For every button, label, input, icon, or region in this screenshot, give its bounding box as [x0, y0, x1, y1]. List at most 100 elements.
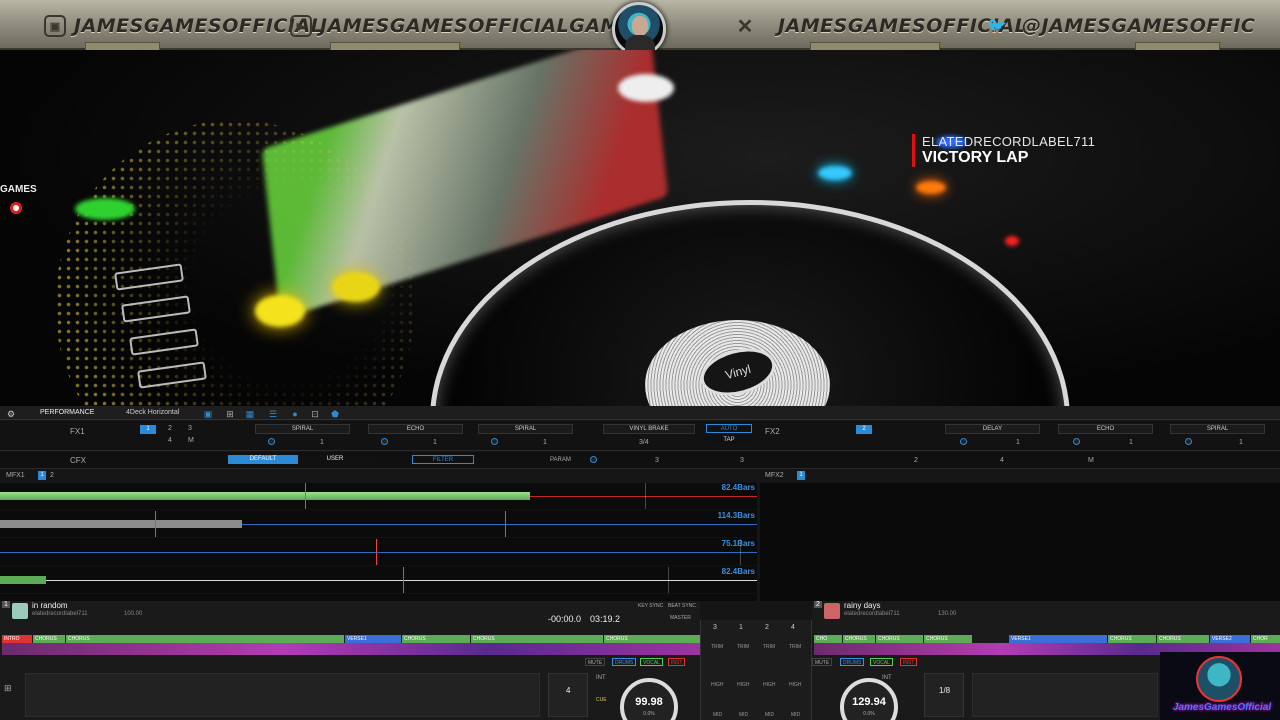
- green-led: [75, 198, 135, 220]
- high-knob[interactable]: HIGH: [789, 682, 802, 688]
- fx2-slot-1[interactable]: DELAY: [945, 424, 1040, 434]
- deck-1-artwork: [12, 603, 28, 619]
- deck-2-hotcue-panel[interactable]: [972, 673, 1158, 717]
- mid-knob[interactable]: MID: [791, 712, 800, 718]
- fx2-knob-2[interactable]: [1073, 438, 1080, 445]
- auto-button[interactable]: AUTO: [706, 424, 752, 433]
- trim-knob[interactable]: TRIM: [737, 644, 749, 650]
- high-knob[interactable]: HIGH: [737, 682, 750, 688]
- overview-lane-1[interactable]: 82.4Bars: [0, 483, 757, 510]
- cfx-default-button[interactable]: DEFAULT: [228, 455, 298, 464]
- fx1-beat-m[interactable]: M: [188, 437, 194, 444]
- x-icon: ✕: [736, 15, 754, 38]
- phrase-segment: CHORUS: [876, 635, 923, 643]
- cfx-param-knob[interactable]: [590, 456, 597, 463]
- fx2-beat-2[interactable]: 2: [856, 425, 872, 434]
- layout-selector[interactable]: 4Deck Horizontal: [126, 409, 179, 416]
- fx1-beat-1[interactable]: 1: [140, 425, 156, 434]
- fx1-slot-3[interactable]: SPIRAL: [478, 424, 573, 434]
- phrase-segment: CHORUS: [843, 635, 875, 643]
- mid-knob[interactable]: MID: [765, 712, 774, 718]
- vinyl-brake-selector[interactable]: VINYL BRAKE: [603, 424, 695, 434]
- deck-1-beat-sync[interactable]: BEAT SYNC: [668, 603, 696, 609]
- grid-icon[interactable]: ▦: [245, 409, 255, 419]
- overview-lane-4[interactable]: 82.4Bars: [0, 567, 757, 594]
- deck-1-vocal[interactable]: VOCAL: [640, 658, 663, 666]
- deck-2-inst[interactable]: INST: [900, 658, 918, 666]
- record-mode-icon[interactable]: ⬟: [330, 409, 340, 419]
- deck-2-beatjump[interactable]: 1/8: [924, 673, 964, 717]
- fx1-beat-2[interactable]: 2: [168, 425, 172, 432]
- record-icon: [10, 202, 22, 214]
- deck-1-beatjump[interactable]: 4: [548, 673, 588, 717]
- now-playing-title: VICTORY LAP: [922, 149, 1029, 166]
- fx1-beat-4[interactable]: 4: [168, 437, 172, 444]
- phrase-segment: CHORUS: [604, 635, 700, 643]
- mixer-icon[interactable]: ⊞: [225, 409, 235, 419]
- fx1-knob-1[interactable]: [268, 438, 275, 445]
- deck-1-key-sync[interactable]: KEY SYNC: [638, 603, 663, 609]
- phrase-segment: VERSE1: [345, 635, 401, 643]
- x-handle[interactable]: ✕ JAMESGAMESOFFICIAL: [734, 11, 1027, 41]
- now-playing-artist: ELATEDRECORDLABEL711: [922, 134, 1096, 149]
- youtube-handle[interactable]: ▶ JAMESGAMESOFFICIALGAME: [290, 11, 633, 41]
- tap-button[interactable]: TAP: [706, 436, 752, 445]
- mfx1-btn-1[interactable]: 1: [38, 471, 46, 480]
- fx2-value-1: 1: [1016, 439, 1020, 446]
- cfx-user-button[interactable]: USER: [300, 455, 370, 464]
- trim-knob[interactable]: TRIM: [763, 644, 775, 650]
- mfx1-btn-2[interactable]: 2: [50, 472, 54, 479]
- fx1-knob-2[interactable]: [381, 438, 388, 445]
- high-knob[interactable]: HIGH: [711, 682, 724, 688]
- deck-1-elapsed: -00:00.0: [548, 614, 582, 624]
- overview-lane-2[interactable]: 114.3Bars: [0, 511, 757, 538]
- fx2-knob-3[interactable]: [1185, 438, 1192, 445]
- deck-1-drums[interactable]: DRUMS: [612, 658, 637, 666]
- deck-2-int[interactable]: INT: [882, 675, 892, 681]
- deck-1-waveform[interactable]: [2, 643, 700, 655]
- fx1-slot-1[interactable]: SPIRAL: [255, 424, 350, 434]
- circle-icon[interactable]: ●: [290, 409, 300, 419]
- high-knob[interactable]: HIGH: [763, 682, 776, 688]
- mfx2-btn-1[interactable]: 1: [797, 471, 805, 480]
- settings-icon[interactable]: ⚙: [6, 409, 16, 419]
- cfx-filter-button[interactable]: FILTER: [412, 455, 474, 464]
- twitch-handle[interactable]: ▣ JAMESGAMESOFFICIAL: [44, 11, 323, 41]
- deck-2-mute[interactable]: MUTE: [812, 658, 833, 666]
- yellow-pad: [255, 295, 305, 327]
- cfx-label: CFX: [70, 456, 86, 465]
- deck-1-int[interactable]: INT: [596, 675, 606, 681]
- trim-knob[interactable]: TRIM: [789, 644, 801, 650]
- fx2-slot-2[interactable]: ECHO: [1058, 424, 1153, 434]
- fx1-knob-3[interactable]: [491, 438, 498, 445]
- deck-1-mute[interactable]: MUTE: [585, 658, 606, 666]
- trim-knob[interactable]: TRIM: [711, 644, 723, 650]
- sampler-icon[interactable]: ⊡: [310, 409, 320, 419]
- deck-1-grid-icon[interactable]: ⊞: [4, 683, 12, 694]
- fx2-knob-1[interactable]: [960, 438, 967, 445]
- deck-1-cue[interactable]: CUE: [596, 697, 607, 703]
- phrase-segment: CHORUS: [924, 635, 972, 643]
- fx1-beat-3[interactable]: 3: [188, 425, 192, 432]
- deck-2-vocal[interactable]: VOCAL: [870, 658, 893, 666]
- deck-1-pitch: 0.0%: [643, 711, 655, 717]
- deck-1-master[interactable]: MASTER: [670, 615, 691, 621]
- deck-1-inst[interactable]: INST: [668, 658, 686, 666]
- deck-2-drums[interactable]: DRUMS: [840, 658, 865, 666]
- list-icon[interactable]: ☰: [268, 409, 278, 419]
- mode-selector[interactable]: PERFORMANCE: [40, 409, 94, 416]
- phrase-segment: CHORUS: [33, 635, 65, 643]
- fx1-slot-2[interactable]: ECHO: [368, 424, 463, 434]
- youtube-icon: ▶: [290, 15, 312, 37]
- browse-icon[interactable]: ▣: [203, 409, 213, 419]
- deck-1-remaining: 03:19.2: [590, 614, 621, 624]
- fx2-slot-3[interactable]: SPIRAL: [1170, 424, 1265, 434]
- overview-lane-3[interactable]: 75.1Bars: [0, 539, 757, 566]
- mid-knob[interactable]: MID: [739, 712, 748, 718]
- cfx-row: CFX DEFAULT USER FILTER PARAM 3 3 2 4 M: [0, 452, 1280, 469]
- twitter-handle[interactable]: 🐦 @JAMESGAMESOFFIC: [986, 11, 1255, 41]
- mid-knob[interactable]: MID: [713, 712, 722, 718]
- deck-1-hotcue-panel[interactable]: [25, 673, 540, 717]
- knob-cap: [618, 74, 674, 102]
- mixer-channel: 2: [765, 624, 769, 631]
